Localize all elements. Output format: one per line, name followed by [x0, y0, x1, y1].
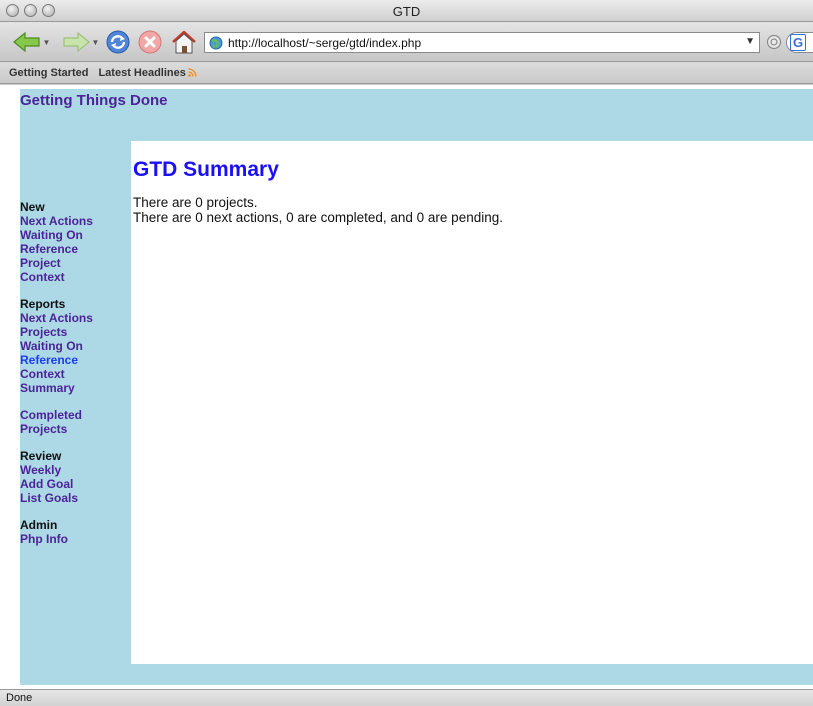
nav-link-review-add-goal[interactable]: Add Goal — [20, 477, 128, 491]
nav-group-new: New Next Actions Waiting On Reference Pr… — [20, 200, 128, 284]
address-bar[interactable]: http://localhost/~serge/gtd/index.php ▼ — [204, 32, 760, 53]
main-content: GTD Summary There are 0 projects. There … — [131, 141, 813, 664]
nav-link-new-next-actions[interactable]: Next Actions — [20, 214, 128, 228]
go-icon — [766, 34, 782, 50]
nav-link-completed[interactable]: Completed — [20, 408, 128, 422]
nav-link-reports-projects[interactable]: Projects — [20, 325, 128, 339]
nav-heading: New — [20, 200, 45, 214]
search-box[interactable]: G — [786, 32, 813, 53]
back-arrow-icon — [12, 31, 40, 53]
forward-history-dropdown-icon[interactable]: ▼ — [92, 38, 100, 47]
site-globe-icon — [209, 36, 223, 49]
bookmark-latest-headlines[interactable]: Latest Headlines — [98, 66, 197, 79]
nav-link-reports-reference[interactable]: Reference — [20, 353, 128, 367]
nav-link-new-waiting-on[interactable]: Waiting On — [20, 228, 128, 242]
nav-link-reports-waiting-on[interactable]: Waiting On — [20, 339, 128, 353]
nav-heading: Admin — [20, 518, 58, 532]
status-bar: Done — [0, 689, 813, 706]
nav-link-admin-php-info[interactable]: Php Info — [20, 532, 128, 546]
nav-heading: Reports — [20, 297, 66, 311]
bookmarks-toolbar: Getting Started Latest Headlines — [0, 62, 813, 84]
page-viewport: Getting Things Done New Next Actions Wai… — [0, 85, 813, 689]
nav-link-reports-next-actions[interactable]: Next Actions — [20, 311, 128, 325]
url-text[interactable]: http://localhost/~serge/gtd/index.php — [228, 36, 421, 50]
nav-link-review-list-goals[interactable]: List Goals — [20, 491, 128, 505]
nav-link-review-weekly[interactable]: Weekly — [20, 463, 128, 477]
stop-icon — [138, 30, 162, 54]
nav-group-admin: Admin Php Info — [20, 518, 128, 546]
stop-button[interactable] — [134, 26, 166, 58]
reload-button[interactable] — [102, 26, 134, 58]
go-button[interactable] — [766, 34, 782, 50]
summary-actions-line: There are 0 next actions, 0 are complete… — [133, 210, 503, 225]
status-text: Done — [6, 692, 33, 704]
forward-arrow-icon — [62, 31, 90, 53]
home-icon — [172, 30, 196, 54]
bookmark-latest-headlines-label: Latest Headlines — [98, 66, 186, 79]
nav-group-reports: Reports Next Actions Projects Waiting On… — [20, 297, 128, 395]
nav-link-new-context[interactable]: Context — [20, 270, 128, 284]
navigation-toolbar: ▼ ▼ http://localhost/~serge/gtd/index.ph… — [0, 22, 813, 62]
site-title: Getting Things Done — [20, 92, 168, 109]
nav-group-review: Review Weekly Add Goal List Goals — [20, 449, 128, 505]
page-heading: GTD Summary — [133, 158, 279, 181]
nav-link-new-project[interactable]: Project — [20, 256, 128, 270]
nav-link-new-reference[interactable]: Reference — [20, 242, 128, 256]
back-history-dropdown-icon[interactable]: ▼ — [43, 38, 51, 47]
nav-link-completed-projects[interactable]: Projects — [20, 422, 128, 436]
nav-heading: Review — [20, 449, 62, 463]
search-engine-icon[interactable]: G — [790, 34, 806, 51]
nav-link-reports-context[interactable]: Context — [20, 367, 128, 381]
nav-link-reports-summary[interactable]: Summary — [20, 381, 128, 395]
back-button[interactable]: ▼ — [8, 26, 54, 58]
window-title: GTD — [392, 4, 421, 19]
window-titlebar: GTD — [0, 0, 813, 22]
reload-icon — [106, 30, 130, 54]
gtd-page: Getting Things Done New Next Actions Wai… — [20, 89, 813, 685]
nav-group-completed: Completed Projects — [20, 408, 128, 436]
summary-text: There are 0 projects. There are 0 next a… — [133, 195, 503, 225]
bookmark-getting-started[interactable]: Getting Started — [9, 67, 88, 79]
summary-projects-line: There are 0 projects. — [133, 195, 258, 210]
rss-feed-icon — [188, 68, 197, 77]
home-button[interactable] — [168, 26, 200, 58]
forward-button[interactable]: ▼ — [58, 26, 102, 58]
sidebar-nav: New Next Actions Waiting On Reference Pr… — [20, 200, 128, 559]
url-history-dropdown-icon[interactable]: ▼ — [745, 36, 755, 47]
